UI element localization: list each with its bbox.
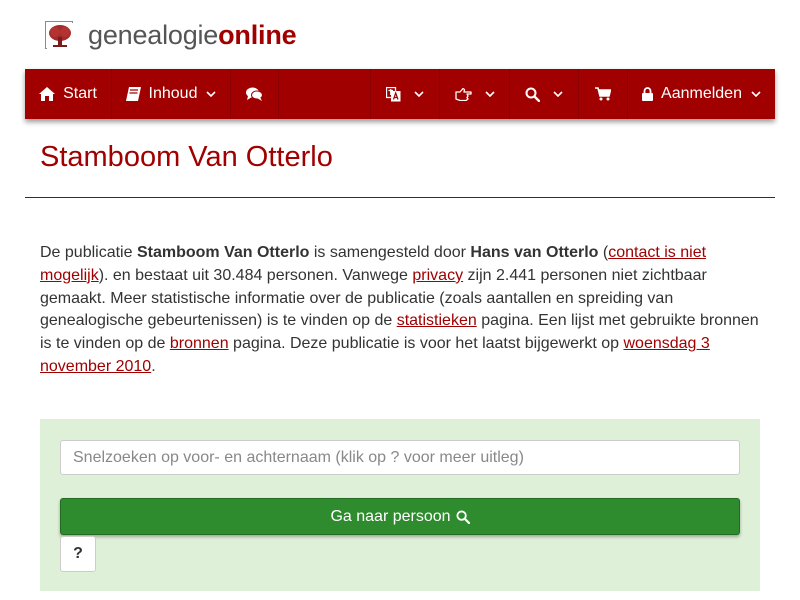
sources-link[interactable]: bronnen bbox=[170, 335, 229, 352]
nav-aanmelden-label: Aanmelden bbox=[661, 85, 742, 102]
brand[interactable]: genealogieonline bbox=[45, 18, 297, 52]
brand-name-part1: genealogie bbox=[88, 20, 219, 50]
chevron-down-icon bbox=[206, 90, 217, 98]
quick-search-input[interactable] bbox=[60, 440, 740, 475]
home-icon bbox=[39, 87, 56, 101]
chevron-down-icon bbox=[751, 90, 761, 98]
nav-search[interactable] bbox=[510, 69, 579, 119]
nav-aanmelden[interactable]: Aanmelden bbox=[628, 69, 775, 119]
go-to-person-button[interactable]: Ga naar persoon bbox=[60, 498, 740, 535]
nav-language[interactable] bbox=[371, 69, 440, 119]
nav-inhoud-label: Inhoud bbox=[148, 85, 198, 102]
chevron-down-icon bbox=[414, 90, 424, 98]
nav-pointer-menu[interactable] bbox=[440, 69, 510, 119]
intro-text: ( bbox=[598, 244, 609, 261]
main-navbar: Start Inhoud Aanmelden bbox=[25, 69, 775, 119]
comments-icon bbox=[246, 87, 263, 101]
intro-text: De publicatie bbox=[40, 244, 137, 261]
publication-name: Stamboom Van Otterlo bbox=[136, 244, 310, 261]
page-title: Stamboom Van Otterlo bbox=[40, 141, 333, 173]
language-icon bbox=[386, 86, 401, 102]
intro-text: ). en bestaat uit 30.484 personen. Vanwe… bbox=[98, 266, 413, 284]
title-divider bbox=[25, 197, 775, 198]
publication-intro: De publicatie Stamboom Van Otterlo is sa… bbox=[40, 242, 765, 379]
lock-icon bbox=[642, 87, 654, 101]
tree-logo-icon bbox=[45, 21, 73, 49]
nav-inhoud[interactable]: Inhoud bbox=[112, 69, 231, 119]
book-icon bbox=[125, 87, 141, 101]
hand-point-icon bbox=[454, 87, 472, 101]
nav-forum[interactable] bbox=[231, 69, 279, 119]
intro-text: . bbox=[151, 357, 156, 375]
chevron-down-icon bbox=[484, 90, 495, 98]
nav-spacer bbox=[279, 69, 371, 119]
cart-icon bbox=[595, 87, 611, 101]
search-icon bbox=[525, 87, 540, 102]
brand-name: genealogieonline bbox=[88, 18, 297, 52]
intro-text: pagina. Deze publicatie is voor het laat… bbox=[228, 335, 624, 353]
nav-start-label: Start bbox=[63, 85, 97, 102]
search-icon bbox=[455, 509, 470, 524]
author-name: Hans van Otterlo bbox=[470, 244, 599, 261]
privacy-link[interactable]: privacy bbox=[412, 267, 463, 284]
intro-text: is samengesteld door bbox=[309, 244, 471, 261]
chevron-down-icon bbox=[553, 90, 563, 98]
nav-start[interactable]: Start bbox=[25, 69, 112, 119]
go-to-person-label: Ga naar persoon bbox=[330, 507, 451, 525]
statistics-link[interactable]: statistieken bbox=[397, 312, 477, 329]
brand-name-part2: online bbox=[218, 20, 297, 50]
quick-search-panel: Ga naar persoon ? bbox=[40, 419, 760, 591]
search-help-button[interactable]: ? bbox=[60, 536, 96, 572]
nav-cart[interactable] bbox=[579, 69, 628, 119]
